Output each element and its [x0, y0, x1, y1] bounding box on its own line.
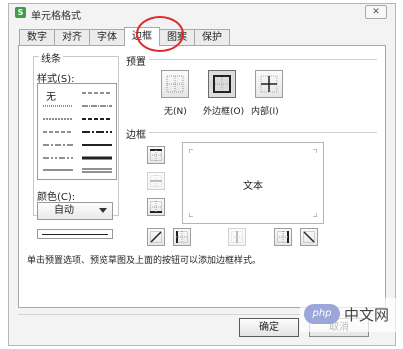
border-outline-icon — [213, 75, 231, 93]
preset-none-button[interactable] — [161, 70, 189, 98]
preset-outline-label: 外边框(O) — [203, 107, 245, 117]
color-select[interactable]: 自动 — [37, 202, 113, 220]
color-value: 自动 — [54, 205, 74, 216]
preview-corner-mark — [189, 149, 193, 153]
preset-none-label: 无(N) — [164, 107, 187, 117]
line-style-options[interactable] — [38, 84, 118, 181]
watermark: php 中文网 — [300, 298, 398, 332]
preview-corner-mark — [313, 149, 317, 153]
preset-inside-label: 内部(I) — [251, 107, 279, 117]
border-inside-icon — [260, 75, 278, 93]
tab-number[interactable]: 数字 — [19, 29, 55, 46]
border-top-button[interactable] — [147, 146, 165, 164]
border-diagonal-up-button[interactable] — [147, 228, 165, 246]
presets-heading: 预置 — [126, 57, 146, 68]
preview-corner-mark — [313, 213, 317, 217]
color-label: 颜色(C): — [37, 192, 76, 203]
tab-bar: 数字 对齐 字体 边框 图案 保护 — [19, 27, 230, 46]
line-style-list[interactable]: 无 — [37, 83, 117, 180]
diagonal-down-icon — [303, 231, 315, 243]
preset-outline-button[interactable] — [208, 70, 236, 98]
border-diagonal-down-button[interactable] — [300, 228, 318, 246]
preset-inside-button[interactable] — [255, 70, 283, 98]
line-color-preview — [37, 229, 113, 239]
watermark-text: 中文网 — [344, 306, 390, 324]
preview-corner-mark — [189, 213, 193, 217]
border-bottom-button[interactable] — [147, 198, 165, 216]
app-icon: S — [15, 7, 26, 18]
border-left-icon — [176, 231, 188, 243]
tab-protection[interactable]: 保护 — [194, 29, 230, 46]
tab-alignment[interactable]: 对齐 — [54, 29, 90, 46]
border-tab-panel: 线条 样式(S): 无 颜色(C): 自动 预置 无(N) 外边框(O) 内部(… — [18, 45, 386, 308]
border-left-button[interactable] — [173, 228, 191, 246]
hint-text: 单击预置选项、预览草图及上面的按钮可以添加边框样式。 — [27, 256, 262, 266]
dropdown-arrow-icon — [99, 208, 107, 213]
border-inner-horizontal-button[interactable] — [147, 172, 165, 190]
border-heading: 边框 — [126, 130, 146, 141]
border-right-icon — [277, 231, 289, 243]
border-right-button[interactable] — [274, 228, 292, 246]
border-inner-horizontal-icon — [150, 175, 162, 187]
ok-button[interactable]: 确定 — [239, 318, 299, 337]
border-inner-vertical-button[interactable] — [228, 228, 246, 246]
line-group-title: 线条 — [39, 50, 63, 65]
preview-text: 文本 — [243, 181, 263, 192]
cell-format-dialog: S 单元格格式 ✕ 数字 对齐 字体 边框 图案 保护 线条 样式(S): 无 — [8, 3, 396, 346]
border-inner-vertical-icon — [231, 231, 243, 243]
border-bottom-icon — [150, 201, 162, 213]
border-none-icon — [166, 75, 184, 93]
dialog-title: 单元格格式 — [31, 11, 81, 22]
highlight-circle — [136, 16, 184, 52]
title-bar: S 单元格格式 ✕ — [9, 4, 395, 22]
tab-font[interactable]: 字体 — [89, 29, 125, 46]
close-button[interactable]: ✕ — [365, 5, 387, 19]
border-top-icon — [150, 149, 162, 161]
border-preview[interactable]: 文本 — [182, 142, 324, 224]
diagonal-up-icon — [150, 231, 162, 243]
php-logo: php — [304, 304, 340, 324]
border-divider — [149, 132, 377, 133]
presets-divider — [149, 59, 377, 60]
